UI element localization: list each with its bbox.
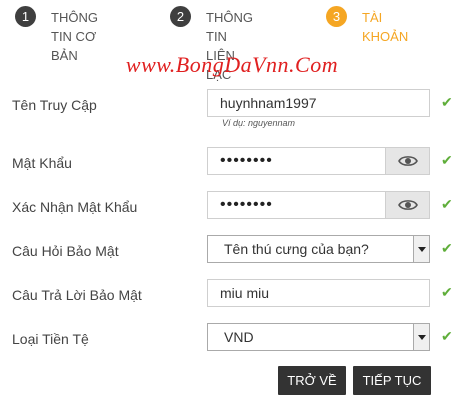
- step-1-label-line1: THÔNG TIN CƠ: [51, 10, 98, 44]
- chevron-down-icon[interactable]: [413, 236, 429, 262]
- security-question-select[interactable]: Tên thú cưng của bạn?: [207, 235, 430, 263]
- show-password-toggle[interactable]: [385, 148, 429, 174]
- step-indicator: 1 THÔNG TIN CƠ BẢN 2 THÔNG TIN LIÊN LẠC …: [0, 0, 464, 82]
- security-question-check-icon: ✔: [441, 240, 453, 256]
- password-input[interactable]: ••••••••: [207, 147, 430, 175]
- username-hint: Ví dụ: nguyennam: [222, 118, 296, 128]
- currency-select[interactable]: VND: [207, 323, 430, 351]
- show-confirm-password-toggle[interactable]: [385, 192, 429, 218]
- username-check-icon: ✔: [441, 94, 453, 110]
- currency-value: VND: [224, 329, 254, 345]
- next-button[interactable]: TIẾP TỤC: [353, 366, 431, 395]
- chevron-down-icon[interactable]: [413, 324, 429, 350]
- security-answer-check-icon: ✔: [441, 284, 453, 300]
- password-value: ••••••••: [220, 152, 273, 169]
- step-3-number: 3: [326, 6, 347, 27]
- step-2-number: 2: [170, 6, 191, 27]
- confirm-password-label: Xác Nhận Mật Khẩu: [12, 199, 138, 215]
- security-question-value: Tên thú cưng của bạn?: [224, 241, 369, 257]
- currency-check-icon: ✔: [441, 328, 453, 344]
- username-value: huynhnam1997: [220, 95, 317, 111]
- back-button[interactable]: TRỞ VỀ: [278, 366, 346, 395]
- confirm-password-check-icon: ✔: [441, 196, 453, 212]
- username-label: Tên Truy Cập: [12, 97, 97, 113]
- eye-icon: [398, 200, 418, 210]
- eye-icon: [398, 156, 418, 166]
- confirm-password-value: ••••••••: [220, 196, 273, 213]
- step-3-label-line1: TÀI KHOẢN: [362, 10, 409, 44]
- security-question-label: Câu Hỏi Bảo Mật: [12, 243, 119, 259]
- step-1-number: 1: [15, 6, 36, 27]
- security-answer-input[interactable]: miu miu: [207, 279, 430, 307]
- username-input[interactable]: huynhnam1997: [207, 89, 430, 117]
- currency-label: Loại Tiền Tệ: [12, 331, 89, 347]
- watermark-text: www.BongDaVnn.Com: [125, 52, 339, 77]
- step-3-label: TÀI KHOẢN: [362, 8, 408, 46]
- password-check-icon: ✔: [441, 152, 453, 168]
- confirm-password-input[interactable]: ••••••••: [207, 191, 430, 219]
- security-answer-label: Câu Trả Lời Bảo Mật: [12, 287, 142, 303]
- security-answer-value: miu miu: [220, 285, 270, 301]
- password-label: Mật Khẩu: [12, 155, 72, 171]
